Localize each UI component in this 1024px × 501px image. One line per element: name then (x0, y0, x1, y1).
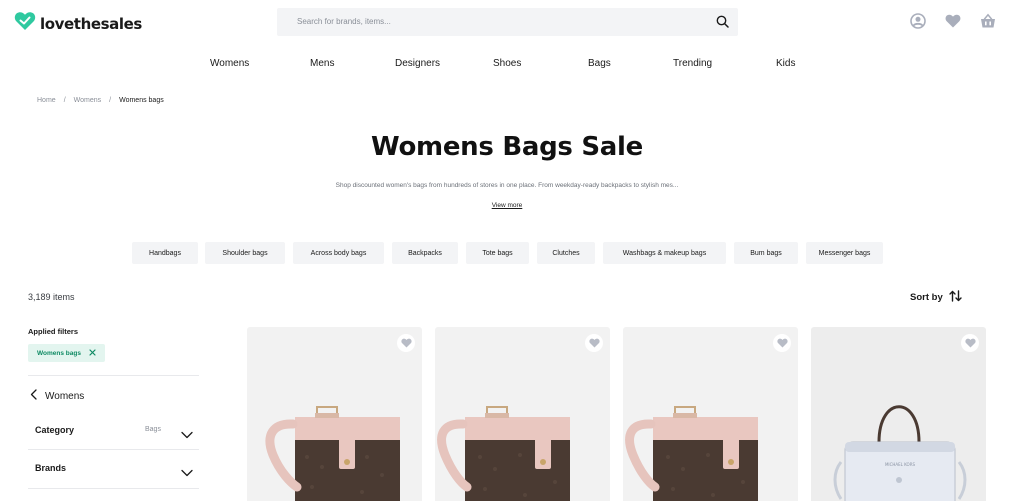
chip-tote-bags[interactable]: Tote bags (466, 242, 529, 264)
search-input[interactable]: Search for brands, items... (297, 17, 391, 26)
chip-clutches[interactable]: Clutches (537, 242, 595, 264)
chip-shoulder-bags[interactable]: Shoulder bags (205, 242, 285, 264)
breadcrumb-separator: / (63, 97, 66, 104)
breadcrumb: Home / Womens / Womens bags (37, 97, 164, 104)
logo-text: lovethesales (40, 14, 142, 33)
product-image[interactable] (247, 387, 422, 501)
search-icon[interactable] (716, 15, 729, 33)
product-card[interactable] (247, 327, 422, 501)
product-image[interactable] (623, 387, 798, 501)
product-card[interactable]: MICHAEL KORS (811, 327, 986, 501)
chip-washbags-makeup-bags[interactable]: Washbags & makeup bags (603, 242, 726, 264)
sidebar-divider (28, 375, 199, 376)
close-icon[interactable] (89, 348, 96, 358)
wishlist-heart-icon[interactable] (961, 334, 979, 352)
nav-item-kids[interactable]: Kids (776, 58, 795, 69)
product-image[interactable] (435, 387, 610, 501)
view-more-link[interactable]: View more (0, 202, 1014, 209)
product-card[interactable] (435, 327, 610, 501)
chip-handbags[interactable]: Handbags (132, 242, 198, 264)
applied-filter-chip[interactable]: Womens bags (28, 344, 105, 362)
back-to-womens[interactable]: Womens (30, 389, 84, 403)
site-header: lovethesales Search for brands, items... (0, 0, 1024, 46)
chevron-left-icon (30, 389, 37, 403)
facet-brands[interactable]: Brands (35, 463, 195, 477)
product-image[interactable]: MICHAEL KORS (811, 387, 986, 501)
applied-filter-label: Womens bags (37, 349, 81, 357)
logo[interactable]: lovethesales (14, 11, 142, 36)
wishlist-heart-icon[interactable] (773, 334, 791, 352)
product-brand-label: MICHAEL KORS (885, 462, 916, 467)
breadcrumb-home[interactable]: Home (37, 97, 56, 104)
chip-bum-bags[interactable]: Bum bags (734, 242, 798, 264)
page-description: Shop discounted women's bags from hundre… (335, 182, 679, 189)
facet-value: Bags (145, 426, 161, 433)
nav-item-mens[interactable]: Mens (310, 58, 334, 69)
chevron-down-icon (181, 426, 193, 444)
chip-messenger-bags[interactable]: Messenger bags (806, 242, 883, 264)
sidebar-divider (28, 449, 199, 450)
account-icon[interactable] (910, 13, 926, 34)
nav-item-bags[interactable]: Bags (588, 58, 611, 69)
facet-category[interactable]: Category Bags (35, 425, 195, 439)
nav-item-designers[interactable]: Designers (395, 58, 440, 69)
wishlist-heart-icon[interactable] (585, 334, 603, 352)
chip-backpacks[interactable]: Backpacks (392, 242, 458, 264)
sort-arrows-icon (949, 290, 962, 305)
back-label: Womens (45, 390, 85, 402)
facet-label: Brands (35, 463, 67, 473)
nav-item-trending[interactable]: Trending (673, 58, 712, 69)
basket-icon[interactable] (980, 13, 996, 34)
chevron-down-icon (181, 464, 193, 482)
breadcrumb-separator: / (109, 97, 112, 104)
breadcrumb-current: Womens bags (119, 97, 164, 104)
breadcrumb-womens[interactable]: Womens (74, 97, 102, 104)
main-nav: Womens Mens Designers Shoes Bags Trendin… (0, 58, 1024, 72)
category-chips: Handbags Shoulder bags Across body bags … (0, 242, 1024, 264)
sidebar-divider (28, 488, 199, 489)
wishlist-heart-icon[interactable] (397, 334, 415, 352)
page-title: Womens Bags Sale (371, 132, 643, 162)
sort-button[interactable]: Sort by (910, 290, 962, 305)
heart-icon[interactable] (945, 14, 961, 33)
product-card[interactable] (623, 327, 798, 501)
nav-item-shoes[interactable]: Shoes (493, 58, 521, 69)
search-bar[interactable]: Search for brands, items... (277, 8, 738, 36)
heart-logo-icon (14, 11, 36, 36)
item-count: 3,189 items (28, 292, 75, 302)
facet-label: Category (35, 425, 75, 435)
chip-across-body-bags[interactable]: Across body bags (293, 242, 384, 264)
nav-item-womens[interactable]: Womens (210, 58, 249, 69)
applied-filters-label: Applied filters (28, 327, 79, 336)
sort-label: Sort by (910, 292, 943, 303)
